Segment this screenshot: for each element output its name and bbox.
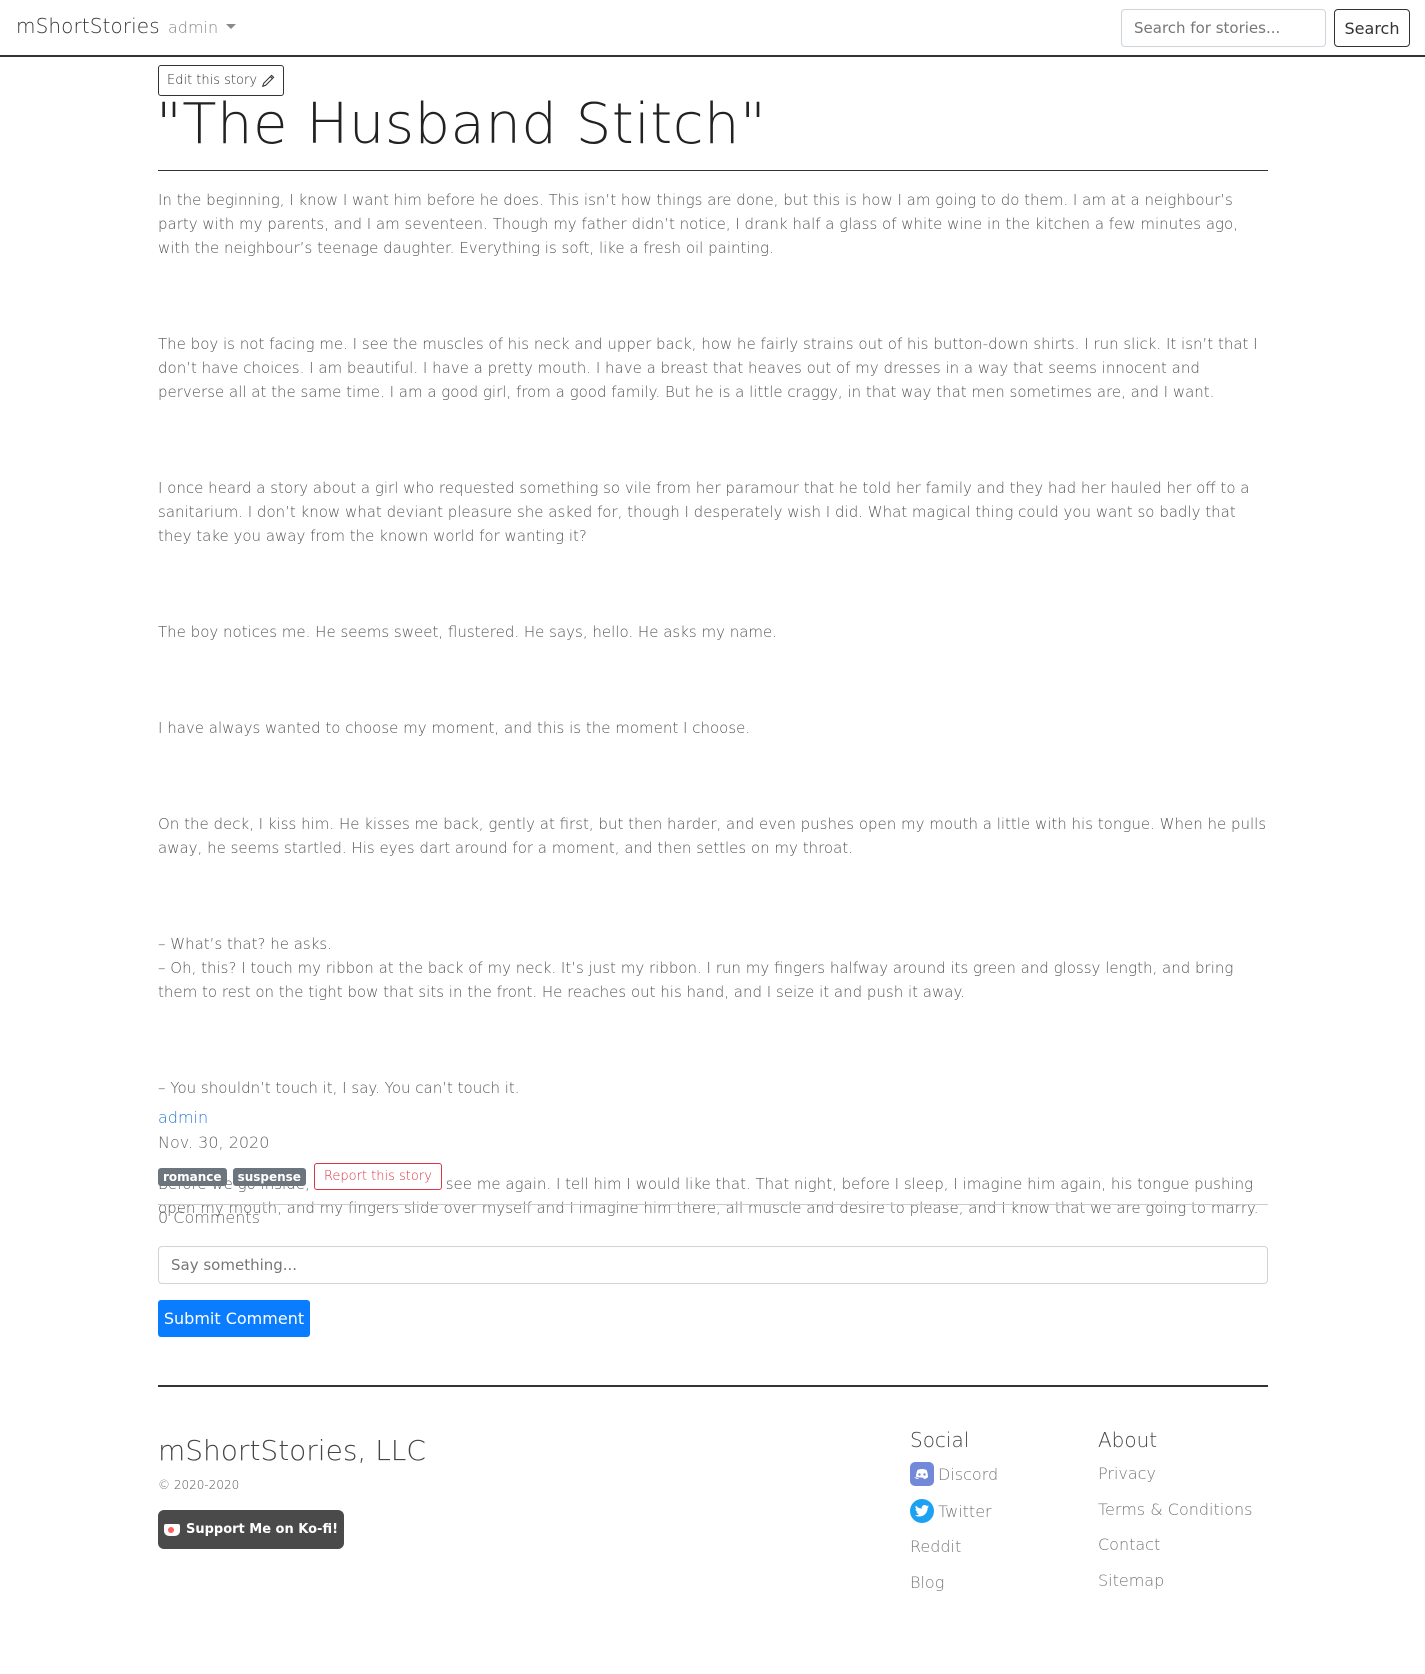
about-heading: About: [1098, 1428, 1158, 1452]
discord-icon: [910, 1462, 934, 1486]
search-button[interactable]: Search: [1334, 9, 1410, 47]
kofi-button[interactable]: Support Me on Ko-fi!: [158, 1510, 344, 1549]
pencil-icon: [261, 74, 275, 87]
about-link-terms[interactable]: Terms & Conditions: [1098, 1500, 1252, 1519]
story-paragraph: The boy notices me. He seems sweet, flus…: [158, 623, 778, 641]
social-link-blog[interactable]: Blog: [910, 1573, 944, 1592]
social-link-twitter[interactable]: Twitter: [910, 1499, 992, 1523]
submit-comment-button[interactable]: Submit Comment: [158, 1300, 310, 1337]
about-link-privacy[interactable]: Privacy: [1098, 1464, 1156, 1483]
search-input[interactable]: [1121, 9, 1326, 47]
story-body: In the beginning, I know I want him befo…: [158, 188, 1268, 1220]
social-link-label: Twitter: [938, 1501, 992, 1521]
tag-badge-romance[interactable]: romance: [158, 1167, 227, 1186]
comment-input[interactable]: [158, 1246, 1268, 1284]
publish-date: Nov. 30, 2020: [158, 1133, 270, 1152]
chevron-down-icon: [226, 24, 237, 29]
user-menu[interactable]: admin: [168, 18, 237, 37]
story-paragraph: In the beginning, I know I want him befo…: [158, 191, 1238, 257]
story-paragraph: I have always wanted to choose my moment…: [158, 719, 751, 737]
social-link-label: Discord: [938, 1464, 999, 1484]
comments-count: 0 Comments: [158, 1208, 260, 1227]
tag-badge-suspense[interactable]: suspense: [232, 1167, 306, 1186]
edit-story-label: Edit this story: [167, 73, 258, 88]
report-story-button[interactable]: Report this story: [313, 1163, 442, 1190]
story-paragraph: I once heard a story about a girl who re…: [158, 479, 1250, 545]
social-link-discord[interactable]: Discord: [910, 1462, 998, 1486]
story-paragraph: – What’s that? he asks. – Oh, this? I to…: [158, 935, 1234, 1001]
footer-copyright: © 2020-2020: [158, 1478, 240, 1492]
twitter-icon: [910, 1499, 934, 1523]
user-menu-label: admin: [168, 18, 219, 37]
story-paragraph: The boy is not facing me. I see the musc…: [158, 335, 1258, 401]
comments-divider: [158, 1204, 1268, 1205]
kofi-label: Support Me on Ko-fi!: [185, 1522, 339, 1537]
story-paragraph: On the deck, I kiss him. He kisses me ba…: [158, 815, 1267, 857]
footer-divider: [158, 1385, 1268, 1387]
site-brand[interactable]: mShortStories: [16, 14, 160, 38]
footer-brand: mShortStories, LLC: [158, 1434, 426, 1467]
about-link-contact[interactable]: Contact: [1098, 1535, 1160, 1554]
about-link-sitemap[interactable]: Sitemap: [1098, 1571, 1164, 1590]
story-title: "The Husband Stitch": [156, 92, 767, 157]
social-heading: Social: [910, 1428, 970, 1452]
author-link[interactable]: admin: [158, 1108, 208, 1127]
social-link-reddit[interactable]: Reddit: [910, 1537, 961, 1556]
title-divider: [158, 170, 1268, 171]
kofi-cup-icon: [163, 1523, 180, 1536]
story-tags: romance suspense Report this story: [158, 1163, 442, 1190]
story-paragraph: – You shouldn’t touch it, I say. You can…: [158, 1079, 520, 1097]
navbar: mShortStories admin Search: [0, 0, 1425, 57]
